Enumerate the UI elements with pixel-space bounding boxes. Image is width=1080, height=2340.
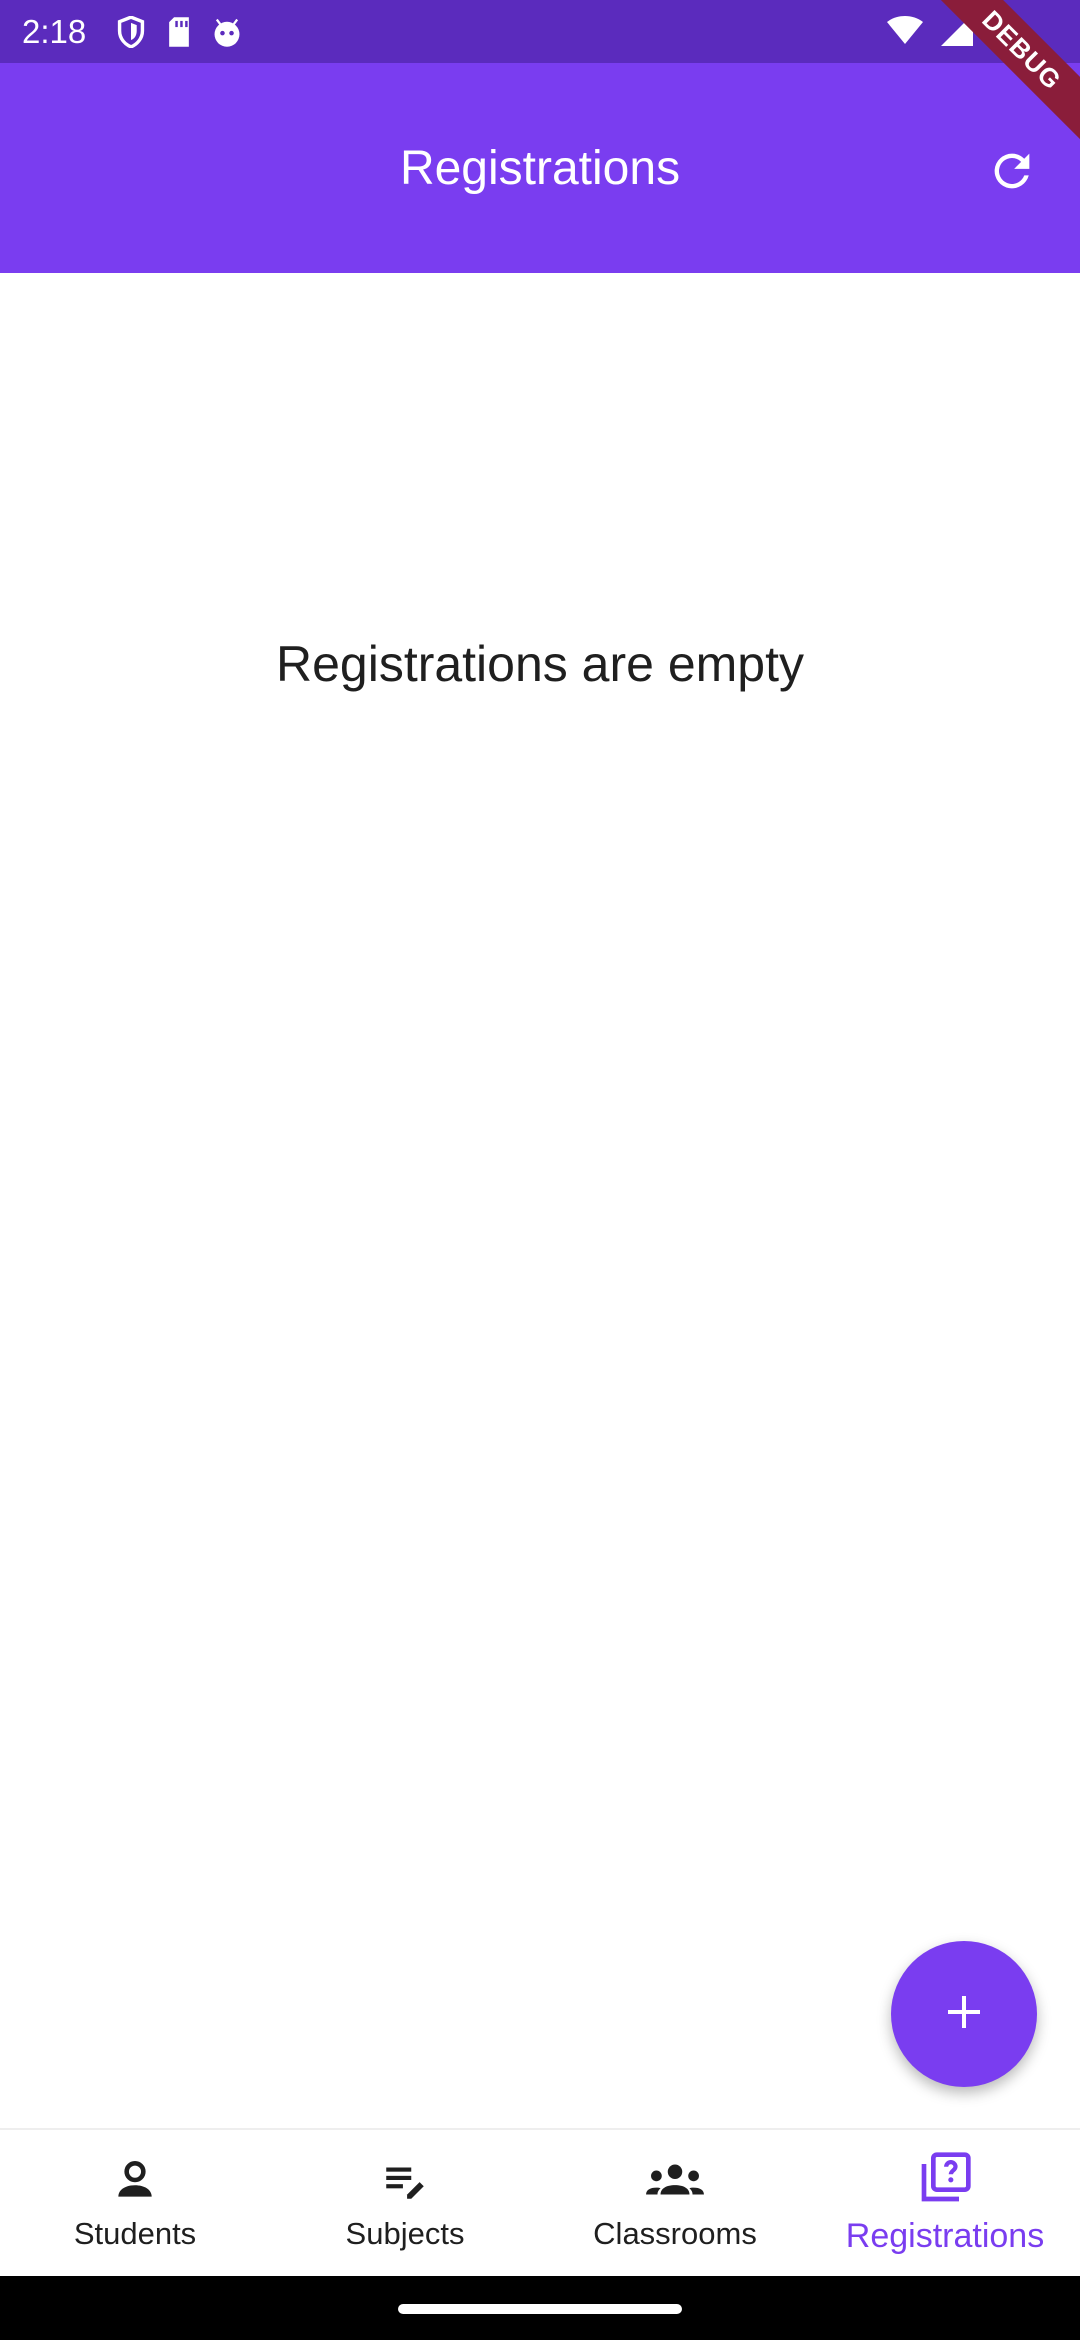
sd-card-icon: [162, 15, 196, 49]
nav-item-registrations[interactable]: Registrations: [810, 2130, 1080, 2276]
status-time: 2:18: [22, 12, 87, 50]
empty-state-message: Registrations are empty: [275, 636, 804, 692]
nav-label: Classrooms: [593, 2215, 757, 2251]
nav-label: Registrations: [845, 2217, 1045, 2255]
system-navigation-bar: [0, 2276, 1080, 2340]
home-gesture-handle[interactable]: [398, 2304, 682, 2314]
refresh-button[interactable]: [982, 143, 1042, 203]
nav-label: Subjects: [345, 2215, 465, 2251]
nav-item-classrooms[interactable]: Classrooms: [540, 2130, 810, 2276]
wifi-icon: [886, 14, 924, 51]
groups-icon: [644, 2155, 706, 2210]
nav-item-students[interactable]: Students: [0, 2130, 270, 2276]
shield-icon: [114, 15, 148, 49]
bottom-navigation: Students Subjects Classrooms Registratio…: [0, 2128, 1080, 2276]
nav-label: Students: [73, 2215, 197, 2251]
main-content: Registrations are empty: [0, 273, 1080, 2128]
add-icon: [940, 1988, 988, 2041]
android-icon: [210, 15, 244, 49]
refresh-icon: [986, 145, 1038, 202]
edit-note-icon: [380, 2155, 430, 2210]
page-title: Registrations: [399, 142, 681, 195]
add-registration-button[interactable]: [891, 1941, 1037, 2087]
nav-item-subjects[interactable]: Subjects: [270, 2130, 540, 2276]
quiz-icon: [917, 2150, 973, 2211]
app-bar: Registrations: [0, 63, 1080, 273]
person-icon: [110, 2155, 160, 2210]
status-bar: 2:18: [0, 0, 1080, 63]
